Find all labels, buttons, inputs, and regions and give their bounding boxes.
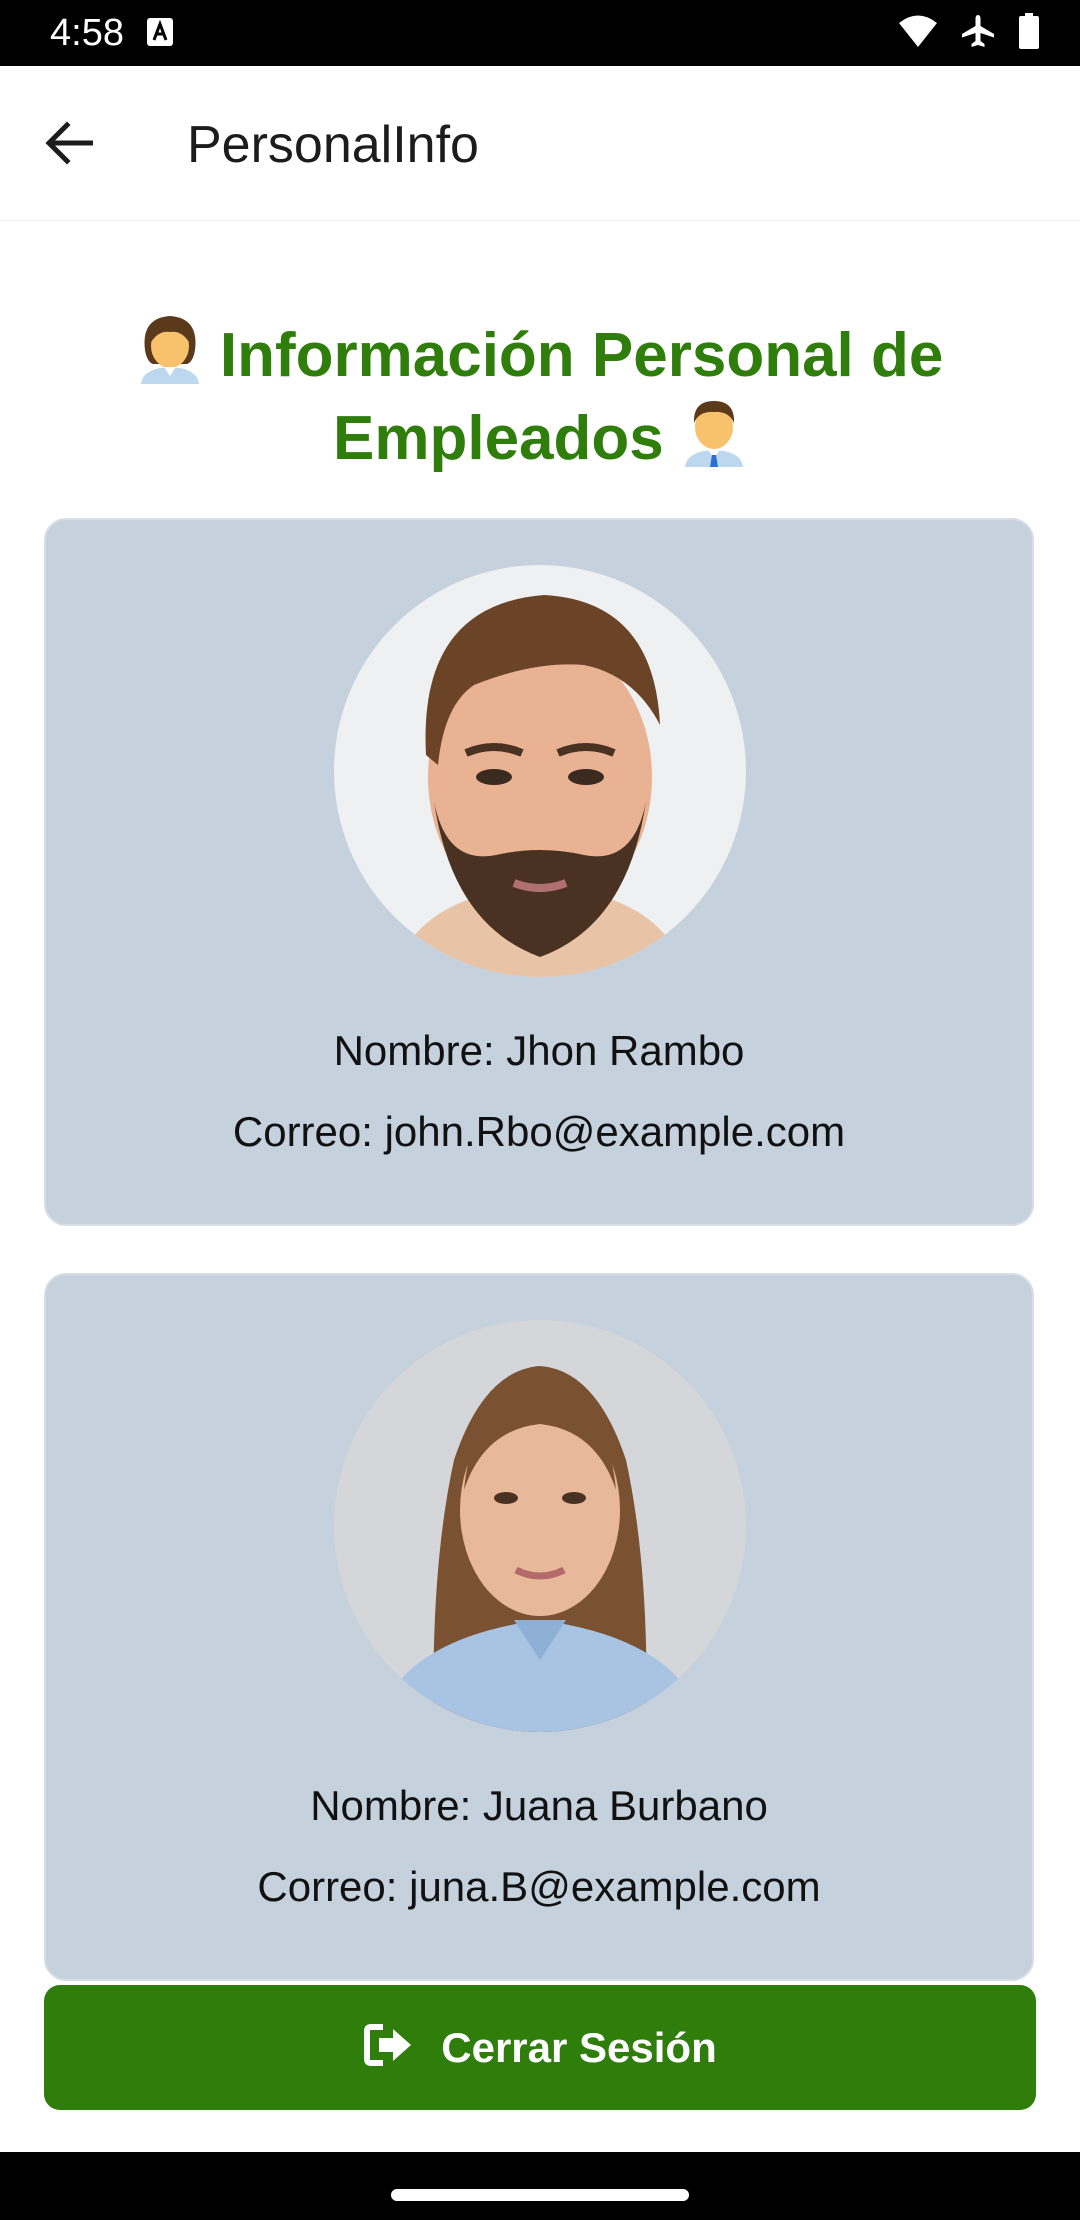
sign-out-icon: [363, 2023, 415, 2072]
employee-card: Nombre: Juana Burbano Correo: juna.B@exa…: [44, 1273, 1034, 1981]
heading-line-2: Empleados: [332, 404, 664, 473]
arrow-back-icon: [45, 120, 94, 170]
status-bar: 4:58: [0, 0, 1080, 66]
status-time: 4:58: [50, 12, 124, 54]
woman-office-worker-icon: [137, 312, 203, 384]
notification-icon: [146, 17, 174, 47]
employee-name: Nombre: Jhon Rambo: [333, 1027, 745, 1074]
status-icons: [898, 12, 1040, 54]
logout-button[interactable]: Cerrar Sesión: [44, 1985, 1036, 2110]
employee-name: Nombre: Juana Burbano: [310, 1782, 768, 1829]
airplane-icon: [960, 13, 996, 54]
logout-label: Cerrar Sesión: [441, 2023, 717, 2071]
employee-email: Correo: juna.B@example.com: [257, 1863, 821, 1910]
app-bar: PersonalInfo: [0, 66, 1080, 221]
back-button[interactable]: [34, 110, 104, 180]
screen: 4:58 PersonalInfo Información Personal d…: [0, 0, 1080, 2220]
navigation-bar: [0, 2152, 1080, 2220]
page-heading: Información Personal de Empleados: [60, 312, 1020, 478]
man-office-worker-icon: [681, 395, 747, 467]
employee-card: Nombre: Jhon Rambo Correo: john.Rbo@exam…: [44, 518, 1034, 1226]
heading-line-1: Información Personal de: [219, 321, 944, 390]
wifi-icon: [898, 14, 938, 53]
app-title: PersonalInfo: [187, 116, 479, 174]
home-gesture-handle[interactable]: [391, 2189, 689, 2201]
battery-icon: [1018, 12, 1040, 54]
employee-photo: [334, 565, 746, 977]
employee-photo: [334, 1320, 746, 1732]
employee-email: Correo: john.Rbo@example.com: [232, 1108, 846, 1155]
